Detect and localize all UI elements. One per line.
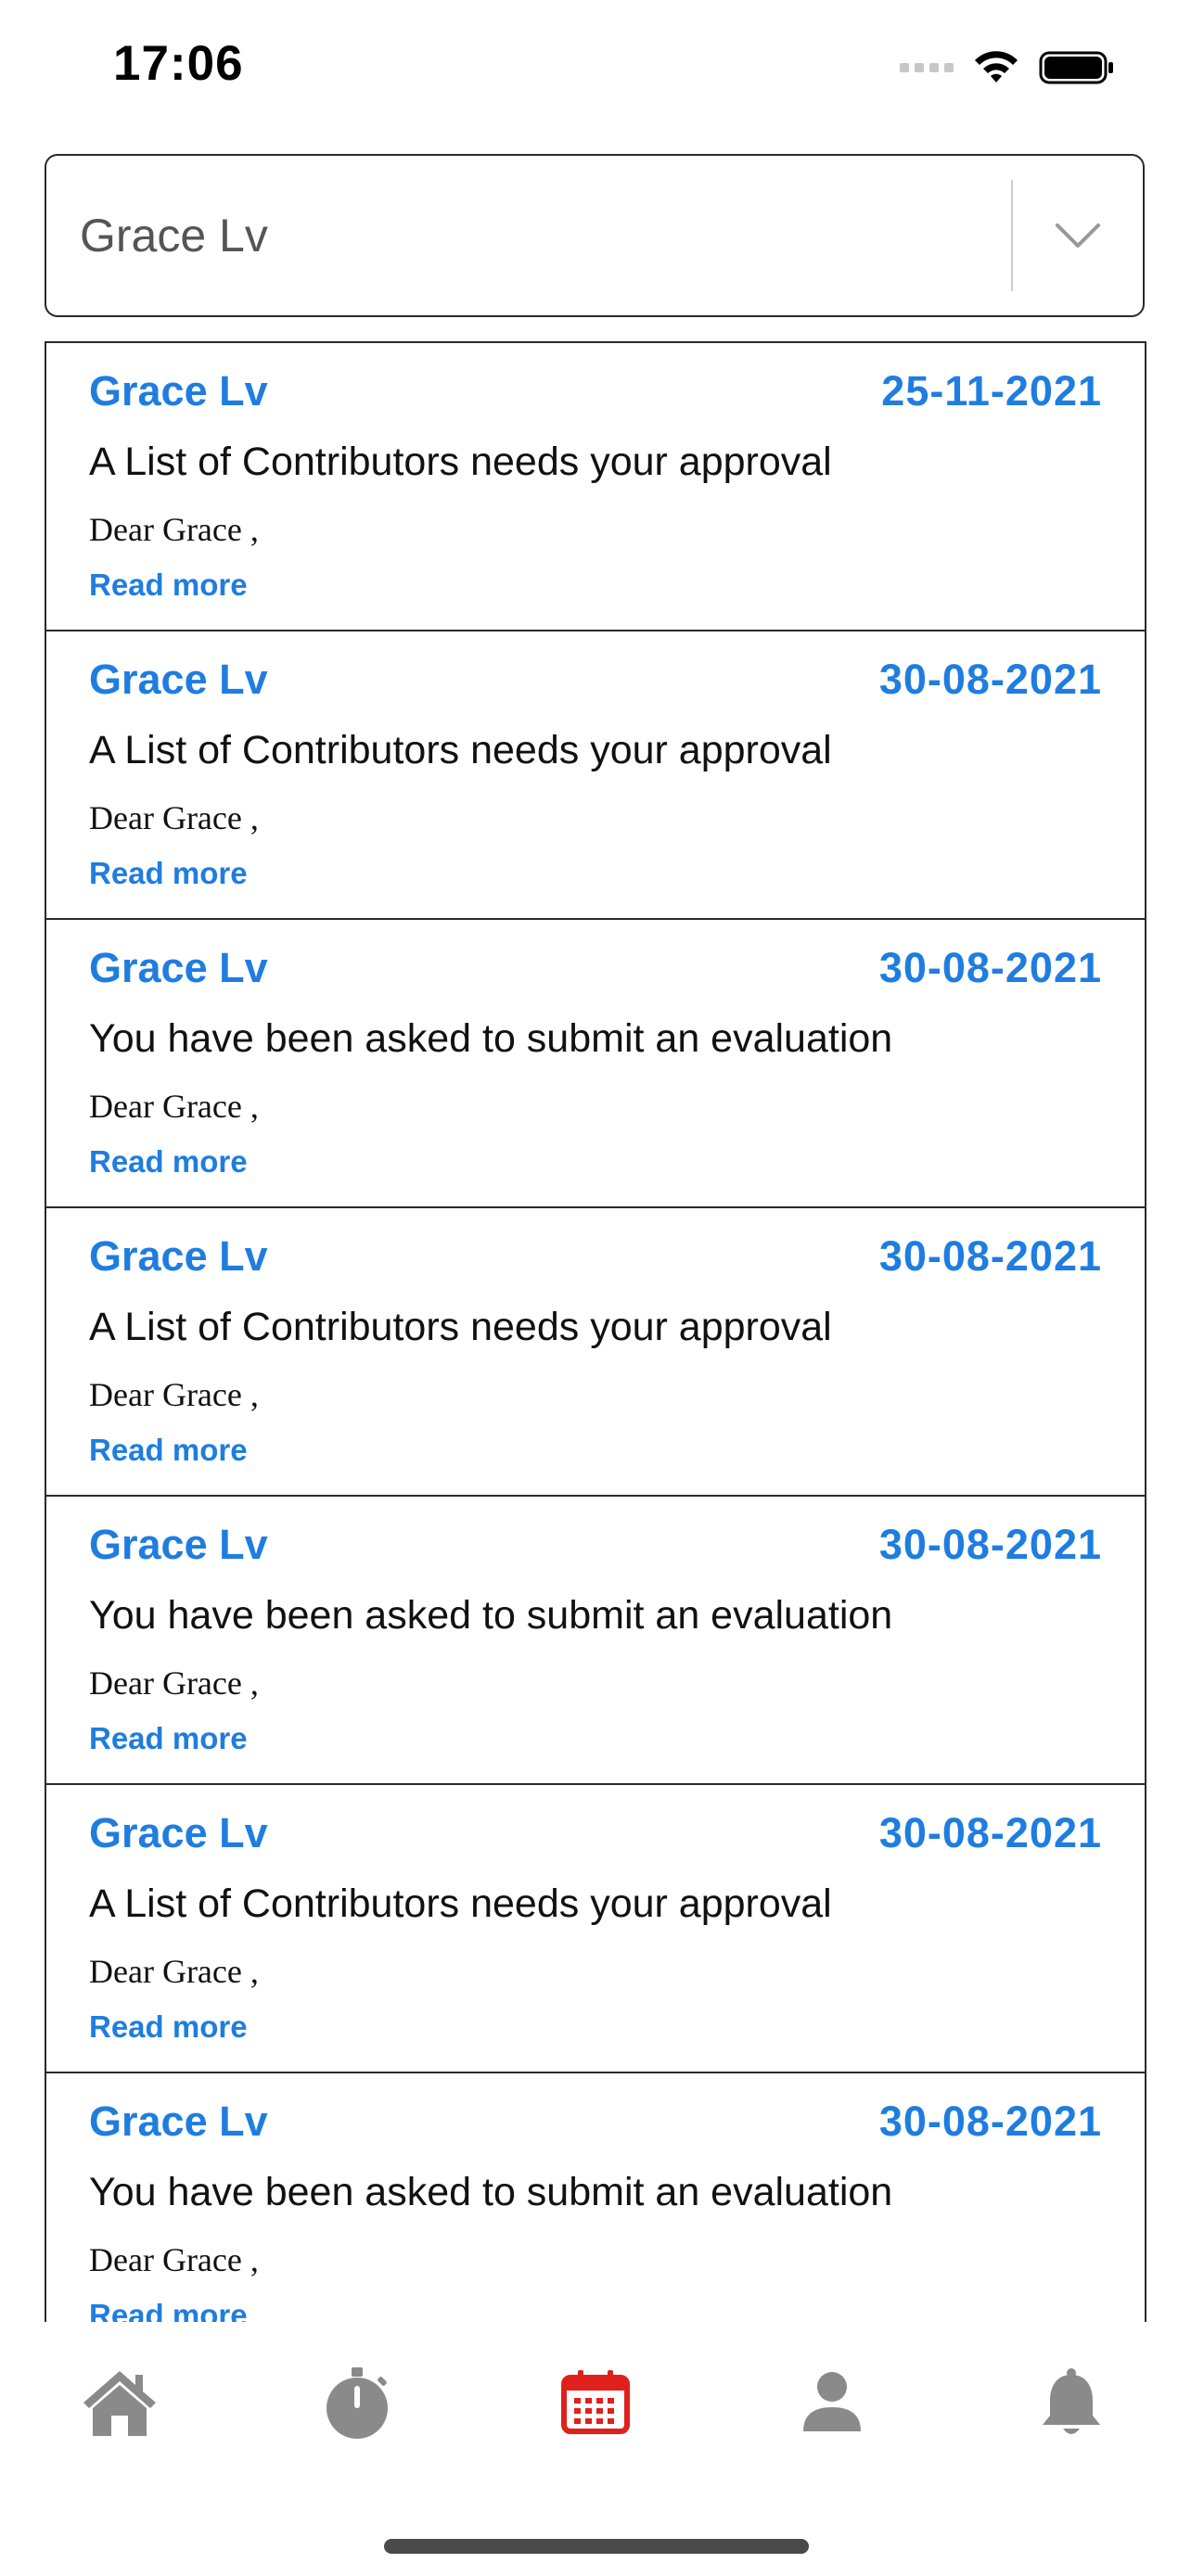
notification-card[interactable]: Grace Lv 30-08-2021 A List of Contributo… (46, 1208, 1145, 1497)
notification-greeting: Dear Grace , (89, 1088, 259, 1125)
notification-sender: Grace Lv (89, 1232, 268, 1280)
notification-card[interactable]: Grace Lv 25-11-2021 A List of Contributo… (46, 343, 1145, 631)
notification-sender: Grace Lv (89, 367, 268, 414)
notification-card[interactable]: Grace Lv 30-08-2021 A List of Contributo… (46, 631, 1145, 920)
notification-sender: Grace Lv (89, 1809, 268, 1856)
stopwatch-icon (327, 2367, 388, 2439)
notification-subject: A List of Contributors needs your approv… (89, 728, 832, 772)
notification-sender: Grace Lv (89, 2098, 268, 2145)
read-more-link[interactable]: Read more (89, 2298, 248, 2322)
notification-sender: Grace Lv (89, 656, 268, 703)
notification-greeting: Dear Grace , (89, 2241, 259, 2278)
notification-date: 30-08-2021 (878, 1521, 1102, 1568)
notification-date: 30-08-2021 (878, 944, 1102, 991)
notification-date: 30-08-2021 (878, 2098, 1102, 2145)
notification-greeting: Dear Grace , (89, 1664, 259, 1702)
chevron-down-icon[interactable] (1013, 156, 1143, 315)
read-more-link[interactable]: Read more (89, 2009, 248, 2045)
status-time: 17:06 (113, 36, 244, 91)
notification-subject: A List of Contributors needs your approv… (89, 1881, 832, 1926)
wifi-icon (975, 51, 1018, 83)
home-icon (83, 2371, 156, 2436)
dropdown-selected-value: Grace Lv (80, 210, 268, 261)
notification-sender: Grace Lv (89, 944, 268, 991)
home-indicator[interactable] (384, 2539, 809, 2554)
status-bar: 17:06 (0, 0, 1191, 139)
notification-greeting: Dear Grace , (89, 511, 259, 548)
notification-greeting: Dear Grace , (89, 1376, 259, 1413)
notification-subject: You have been asked to submit an evaluat… (89, 1016, 893, 1061)
read-more-link[interactable]: Read more (89, 1433, 248, 1468)
notification-subject: You have been asked to submit an evaluat… (89, 1593, 893, 1638)
stopwatch-tab[interactable] (315, 2361, 399, 2444)
person-icon (803, 2372, 861, 2431)
notification-subject: You have been asked to submit an evaluat… (89, 2170, 893, 2214)
notification-date: 25-11-2021 (881, 367, 1102, 414)
notification-date: 30-08-2021 (878, 1232, 1102, 1280)
notification-greeting: Dear Grace , (89, 1953, 259, 1990)
notification-date: 30-08-2021 (878, 1809, 1102, 1856)
notification-card[interactable]: Grace Lv 30-08-2021 You have been asked … (46, 1497, 1145, 1785)
notifications-tab[interactable] (1030, 2361, 1113, 2444)
notification-card[interactable]: Grace Lv 30-08-2021 You have been asked … (46, 2073, 1145, 2322)
battery-icon (1039, 51, 1113, 84)
bell-icon (1043, 2368, 1100, 2434)
calendar-tab[interactable] (554, 2361, 637, 2444)
home-tab[interactable] (78, 2361, 161, 2444)
profile-tab[interactable] (790, 2361, 874, 2444)
user-filter-dropdown[interactable]: Grace Lv (45, 154, 1145, 317)
notification-sender: Grace Lv (89, 1521, 268, 1568)
read-more-link[interactable]: Read more (89, 856, 248, 891)
signal-icon (900, 63, 954, 72)
bottom-tab-bar (0, 2322, 1191, 2470)
status-icons (900, 45, 1115, 91)
notification-subject: A List of Contributors needs your approv… (89, 1305, 832, 1349)
notification-subject: A List of Contributors needs your approv… (89, 440, 832, 484)
notification-card[interactable]: Grace Lv 30-08-2021 You have been asked … (46, 920, 1145, 1208)
read-more-link[interactable]: Read more (89, 1721, 248, 1756)
read-more-link[interactable]: Read more (89, 567, 248, 603)
notification-greeting: Dear Grace , (89, 799, 259, 836)
notification-date: 30-08-2021 (878, 656, 1102, 703)
calendar-icon (561, 2370, 630, 2434)
notification-list[interactable]: Grace Lv 25-11-2021 A List of Contributo… (45, 341, 1146, 2322)
notification-card[interactable]: Grace Lv 30-08-2021 A List of Contributo… (46, 1785, 1145, 2073)
read-more-link[interactable]: Read more (89, 1144, 248, 1180)
